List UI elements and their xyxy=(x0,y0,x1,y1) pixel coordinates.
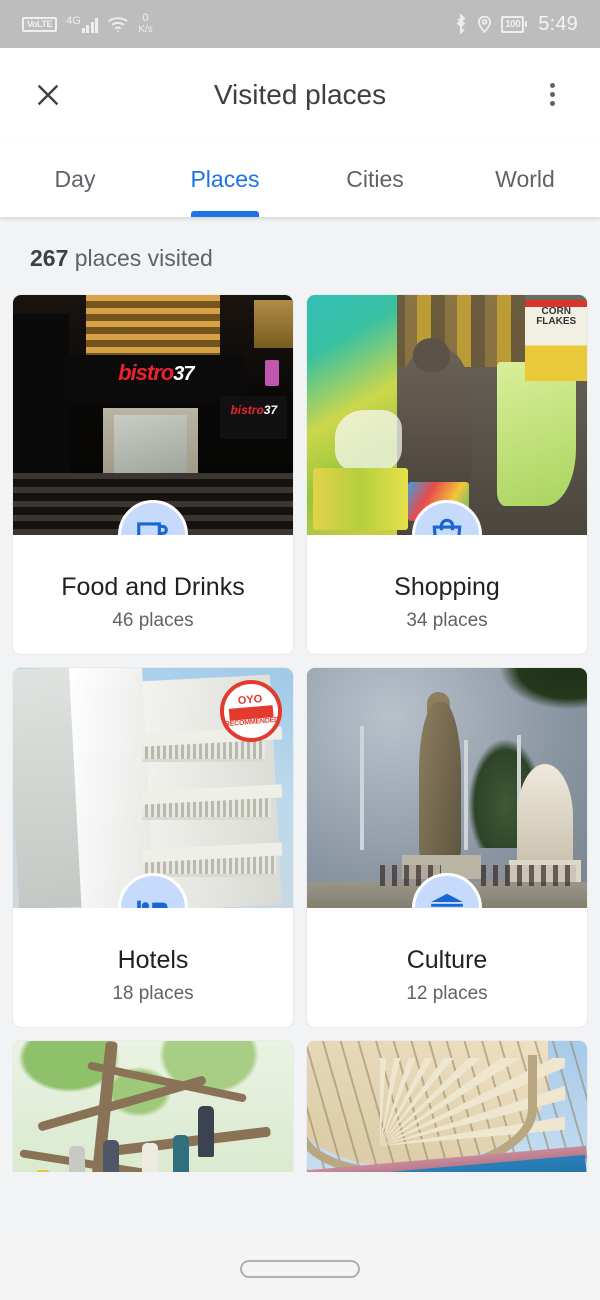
category-place-count: 34 places xyxy=(406,610,488,631)
tab-label: World xyxy=(495,165,555,192)
network-type-label: 4G xyxy=(66,14,81,27)
coffee-cup-icon xyxy=(137,522,168,535)
places-summary: 267 places visited xyxy=(0,217,600,294)
museum-icon xyxy=(431,893,463,907)
photo-sign-text: bistro37 xyxy=(118,359,194,385)
home-gesture-pill[interactable] xyxy=(240,1260,360,1278)
tab-bar: Day Places Cities World xyxy=(0,141,600,217)
more-vertical-icon xyxy=(549,83,555,106)
close-icon xyxy=(37,84,59,105)
places-content[interactable]: 267 places visited bistro37 bistro37 Foo… xyxy=(0,217,600,1172)
overflow-menu-button[interactable] xyxy=(530,73,574,117)
category-photo: CORN FLAKES xyxy=(307,295,587,535)
category-photo xyxy=(13,1041,293,1172)
category-card-hotels[interactable]: OYO RECOMMENDED Hotels 18 places xyxy=(12,667,294,1028)
page-title: Visited places xyxy=(213,78,387,110)
battery-icon: 100 xyxy=(501,15,528,33)
close-button[interactable] xyxy=(26,73,70,117)
battery-tip xyxy=(525,21,528,27)
category-place-count: 46 places xyxy=(112,610,194,631)
oyo-brand-label: OYO xyxy=(237,692,263,708)
category-title: Culture xyxy=(406,946,488,974)
data-speed-unit: K/s xyxy=(138,24,153,35)
grocery-shop-photo: CORN FLAKES xyxy=(307,295,587,535)
stadium-roof-photo xyxy=(307,1041,587,1172)
tab-label: Places xyxy=(190,165,260,192)
places-summary-text: places visited xyxy=(68,245,213,271)
category-card-partial-outdoors[interactable] xyxy=(12,1040,294,1172)
wifi-icon xyxy=(107,16,129,33)
category-grid: bistro37 bistro37 Food and Drinks 46 pla… xyxy=(0,294,600,1172)
places-count: 267 xyxy=(30,245,69,271)
cellular-signal-icon: 4G xyxy=(66,14,99,33)
tab-label: Day xyxy=(54,165,96,192)
location-pin-icon xyxy=(477,15,492,34)
category-title: Shopping xyxy=(394,573,500,601)
tab-places[interactable]: Places xyxy=(150,141,300,217)
category-card-food-and-drinks[interactable]: bistro37 bistro37 Food and Drinks 46 pla… xyxy=(12,294,294,655)
category-title: Food and Drinks xyxy=(61,573,245,601)
category-card-culture[interactable]: Culture 12 places xyxy=(306,667,588,1028)
battery-level-label: 100 xyxy=(501,15,525,33)
app-bar: Visited places xyxy=(0,48,600,141)
category-card-partial-stadium[interactable] xyxy=(306,1040,588,1172)
tree-climbing-photo xyxy=(13,1041,293,1172)
category-photo: bistro37 bistro37 xyxy=(13,295,293,535)
category-info: Culture 12 places xyxy=(307,908,587,1027)
tab-world[interactable]: World xyxy=(450,141,600,217)
tab-day[interactable]: Day xyxy=(0,141,150,217)
status-bar: VoLTE 4G 0 K/s 100 5:49 xyxy=(0,0,600,48)
system-navigation-bar xyxy=(0,1238,600,1300)
data-speed-value: 0 xyxy=(142,12,149,24)
category-place-count: 18 places xyxy=(112,983,194,1004)
signal-bars-icon xyxy=(81,17,99,33)
category-photo: OYO RECOMMENDED xyxy=(13,668,293,908)
phone-screen: VoLTE 4G 0 K/s 100 5:49 Visited places D… xyxy=(0,0,600,1300)
volte-icon: VoLTE xyxy=(22,16,58,32)
category-card-shopping[interactable]: CORN FLAKES Shopping 34 places xyxy=(306,294,588,655)
category-photo xyxy=(307,1041,587,1172)
shopping-bag-icon xyxy=(432,518,462,535)
bluetooth-icon xyxy=(454,14,468,34)
statue-monument-photo xyxy=(307,668,587,908)
status-bar-left: VoLTE 4G 0 K/s xyxy=(22,13,153,35)
category-title: Hotels xyxy=(117,946,189,974)
clock-label: 5:49 xyxy=(538,12,578,35)
category-info: Hotels 18 places xyxy=(13,908,293,1027)
status-bar-right: 100 5:49 xyxy=(454,13,578,36)
tab-cities[interactable]: Cities xyxy=(300,141,450,217)
tab-label: Cities xyxy=(346,165,404,192)
bistro-night-photo: bistro37 bistro37 xyxy=(13,295,293,535)
category-photo xyxy=(307,668,587,908)
photo-product-label: CORN FLAKES xyxy=(536,306,577,327)
bed-icon xyxy=(137,900,168,908)
category-info: Food and Drinks 46 places xyxy=(13,535,293,654)
hotel-building-photo: OYO RECOMMENDED xyxy=(13,668,293,908)
data-speed-indicator: 0 K/s xyxy=(138,12,153,36)
category-place-count: 12 places xyxy=(406,983,488,1004)
category-info: Shopping 34 places xyxy=(307,535,587,654)
